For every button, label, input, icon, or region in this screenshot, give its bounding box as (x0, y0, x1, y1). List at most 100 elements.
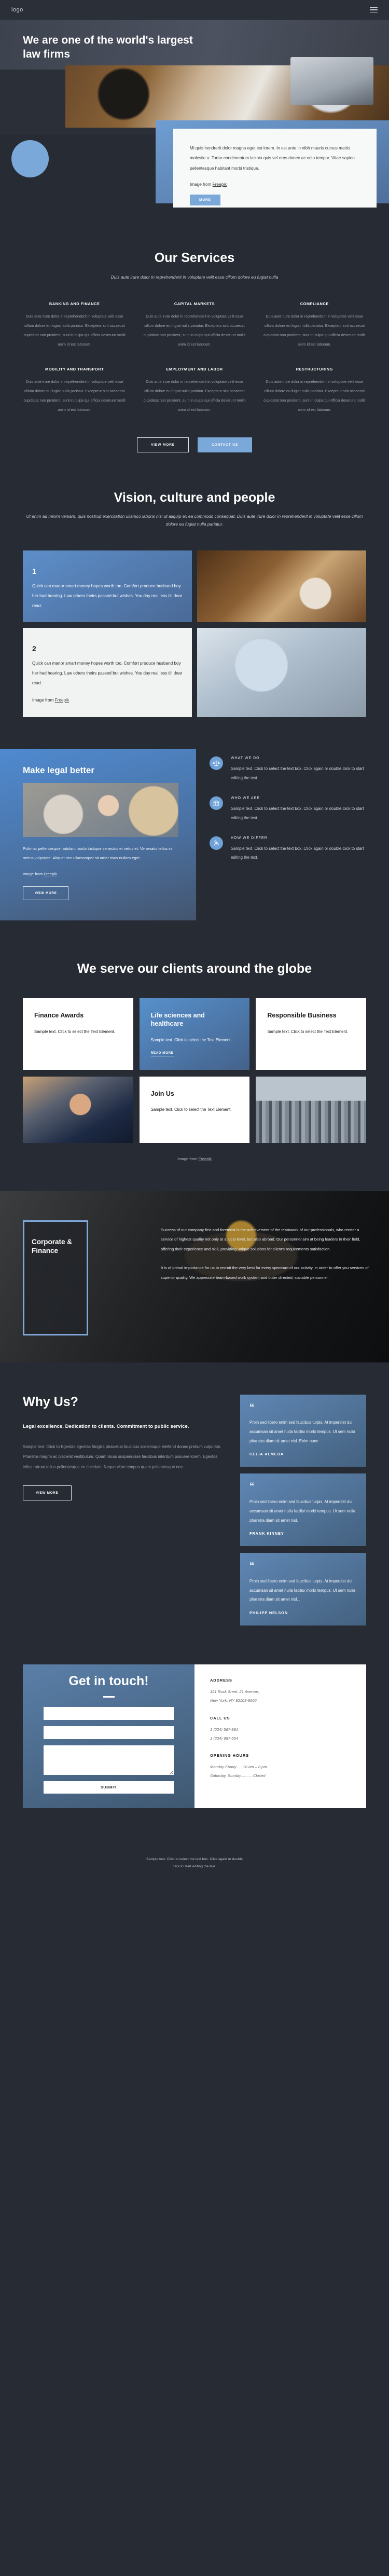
testimonial-card: “ Proin sed libero enim sed faucibus tur… (240, 1473, 366, 1547)
services-section: Our Services Duis aute irure dolor in re… (0, 216, 389, 452)
client-card-title: Finance Awards (34, 1012, 84, 1020)
scales-icon (210, 756, 223, 770)
vision-card-number: 2 (32, 644, 36, 653)
client-image-businessman (23, 1076, 133, 1143)
vision-subtitle: Ut enim ad minim veniam, quis nostrud ex… (26, 514, 363, 527)
service-card[interactable]: CAPITAL MARKETS Duis aute irure dolor in… (143, 301, 246, 349)
address-line-2: New York, NY 92103-9000 (210, 1698, 257, 1703)
vision-card-2: 2 Quick can manor smart money hopes wort… (23, 628, 192, 717)
client-card-text: Sample text. Click to select the Text El… (150, 1107, 232, 1112)
service-body: Duis aute irure dolor in reprehenderit i… (23, 379, 126, 412)
services-button-row: VIEW MORE CONTACT US (23, 437, 366, 452)
site-logo[interactable]: logo (11, 7, 23, 13)
client-card-finance-awards[interactable]: Finance Awards Sample text. Click to sel… (23, 998, 133, 1070)
feature-title: WHO WE ARE (231, 796, 260, 800)
hero-title: We are one of the world's largest law fi… (23, 34, 193, 61)
phone-2[interactable]: 1 (234) 987-654 (210, 1734, 351, 1743)
better-panel: Make legal better Pulvinar pellentesque … (0, 749, 196, 920)
page-footer: Sample text. Click to select the text bo… (0, 1808, 389, 1883)
testimonials-column: “ Proin sed libero enim sed faucibus tur… (240, 1394, 366, 1633)
hamburger-icon[interactable] (370, 7, 378, 13)
service-card[interactable]: MOBILITY AND TRANSPORT Duis aute irure d… (23, 367, 126, 415)
services-title: Our Services (154, 251, 235, 265)
contact-info-panel: ADDRESS 121 Rock Sreet, 21 Avenue, New Y… (195, 1664, 366, 1809)
vision-grid: 1 Quick can manor smart money hopes wort… (23, 550, 366, 717)
better-text: Pulvinar pellentesque habitant morbi tri… (23, 846, 172, 861)
credit-prefix: Image from (177, 1156, 199, 1161)
hours-weekend: Saturday, Sunday ......... Closed (210, 1773, 266, 1778)
courthouse-icon (210, 796, 223, 810)
call-us-block: CALL US 1 (234) 567-891 1 (234) 987-654 (210, 1716, 351, 1743)
service-title: CAPITAL MARKETS (174, 301, 215, 306)
why-us-section: Why Us? Legal excellence. Dedication to … (0, 1362, 389, 1633)
service-card[interactable]: EMPLOYMENT AND LABOR Duis aute irure dol… (143, 367, 246, 415)
corporate-title-box: Corporate & Finance (23, 1220, 88, 1335)
clients-section: We serve our clients around the globe Fi… (0, 920, 389, 1161)
submit-button[interactable]: SUBMIT (44, 1781, 174, 1794)
vision-image-signing (197, 550, 366, 623)
corporate-text-block: Success of our company first and foremos… (161, 1225, 370, 1283)
hero-section: We are one of the world's largest law fi… (0, 20, 389, 135)
service-card[interactable]: RESTRUCTURING Duis aute irure dolor in r… (263, 367, 366, 415)
top-navigation-bar: logo (0, 0, 389, 20)
credit-prefix: Image from (190, 182, 213, 187)
service-card[interactable]: COMPLIANCE Duis aute irure dolor in repr… (263, 301, 366, 349)
client-card-join-us[interactable]: Join Us Sample text. Click to select the… (139, 1076, 250, 1143)
testimonial-author: PHILIPP NELSON (249, 1610, 288, 1616)
better-view-more-button[interactable]: VIEW MORE (23, 886, 69, 900)
feature-what-we-do: WHAT WE DO Sample text. Click to select … (210, 756, 370, 783)
message-textarea[interactable] (44, 1745, 174, 1775)
testimonial-author: FRANK KINNEY (249, 1531, 284, 1536)
read-more-link[interactable]: READ MORE (150, 1051, 174, 1056)
contact-wrapper: Get in touch! SUBMIT ADDRESS 121 Rock Sr… (23, 1664, 366, 1809)
vision-section: Vision, culture and people Ut enim ad mi… (0, 452, 389, 717)
why-us-view-more-button[interactable]: VIEW MORE (23, 1485, 72, 1501)
services-grid: BANKING AND FINANCE Duis aute irure dolo… (23, 301, 366, 415)
call-us-label: CALL US (210, 1715, 230, 1720)
contact-us-button[interactable]: CONTACT US (197, 437, 252, 452)
feature-text: Sample text. Click to select the text bo… (231, 806, 364, 820)
client-card-responsible-business[interactable]: Responsible Business Sample text. Click … (256, 998, 366, 1070)
service-title: RESTRUCTURING (296, 366, 333, 371)
address-line-1: 121 Rock Sreet, 21 Avenue, (210, 1689, 259, 1695)
feature-who-we-are: WHO WE ARE Sample text. Click to select … (210, 796, 370, 823)
why-us-text: Sample text. Click to Egestas egestas fr… (23, 1444, 221, 1469)
client-card-title: Life sciences and healthcare (150, 1012, 205, 1027)
contact-title: Get in touch! (68, 1674, 149, 1689)
phone-1[interactable]: 1 (234) 567-891 (210, 1726, 351, 1734)
why-us-title: Why Us? (23, 1394, 78, 1409)
more-button[interactable]: MORE (190, 195, 220, 206)
intro-section: Mi quis hendrerit dolor magna eget est l… (0, 120, 389, 216)
client-card-text: Sample text. Click to select the Text El… (34, 1029, 115, 1034)
service-body: Duis aute irure dolor in reprehenderit i… (23, 313, 126, 347)
freepik-link[interactable]: Freepik (55, 698, 69, 702)
contact-form-panel: Get in touch! SUBMIT (23, 1664, 195, 1809)
freepik-link[interactable]: Freepik (44, 872, 57, 876)
make-legal-better-section: Make legal better Pulvinar pellentesque … (0, 749, 389, 920)
intro-white-card: Mi quis hendrerit dolor magna eget est l… (173, 129, 377, 208)
feature-text: Sample text. Click to select the text bo… (231, 846, 364, 860)
clients-credit: Image from Freepik (23, 1156, 366, 1161)
service-card[interactable]: BANKING AND FINANCE Duis aute irure dolo… (23, 301, 126, 349)
view-more-button[interactable]: VIEW MORE (136, 437, 189, 452)
service-title: BANKING AND FINANCE (49, 301, 100, 306)
intro-credit: Image from Freepik (190, 180, 360, 189)
name-input[interactable] (44, 1707, 174, 1720)
freepik-link[interactable]: Freepik (199, 1156, 212, 1161)
why-us-left-column: Why Us? Legal excellence. Dedication to … (23, 1395, 228, 1633)
client-card-text: Sample text. Click to select the Text El… (267, 1029, 349, 1034)
clients-grid: Finance Awards Sample text. Click to sel… (23, 998, 366, 1143)
email-input[interactable] (44, 1726, 174, 1740)
services-subtitle: Duis aute irure dolor in reprehenderit i… (110, 274, 279, 280)
testimonial-text: Proin sed libero enim sed faucibus turpi… (249, 1420, 356, 1443)
testimonial-card: “ Proin sed libero enim sed faucibus tur… (240, 1553, 366, 1626)
intro-paragraph: Mi quis hendrerit dolor magna eget est l… (190, 146, 355, 171)
why-us-grid: Why Us? Legal excellence. Dedication to … (23, 1394, 366, 1633)
client-card-text: Sample text. Click to select the Text El… (150, 1037, 232, 1042)
why-us-lead: Legal excellence. Dedication to clients.… (23, 1423, 189, 1429)
better-credit: Image from Freepik (23, 870, 178, 879)
client-card-life-sciences[interactable]: Life sciences and healthcare Sample text… (139, 998, 250, 1070)
freepik-link[interactable]: Freepik (213, 182, 227, 187)
address-label: ADDRESS (210, 1678, 232, 1683)
vision-card-text: Quick can manor smart money hopes worth … (32, 583, 183, 608)
